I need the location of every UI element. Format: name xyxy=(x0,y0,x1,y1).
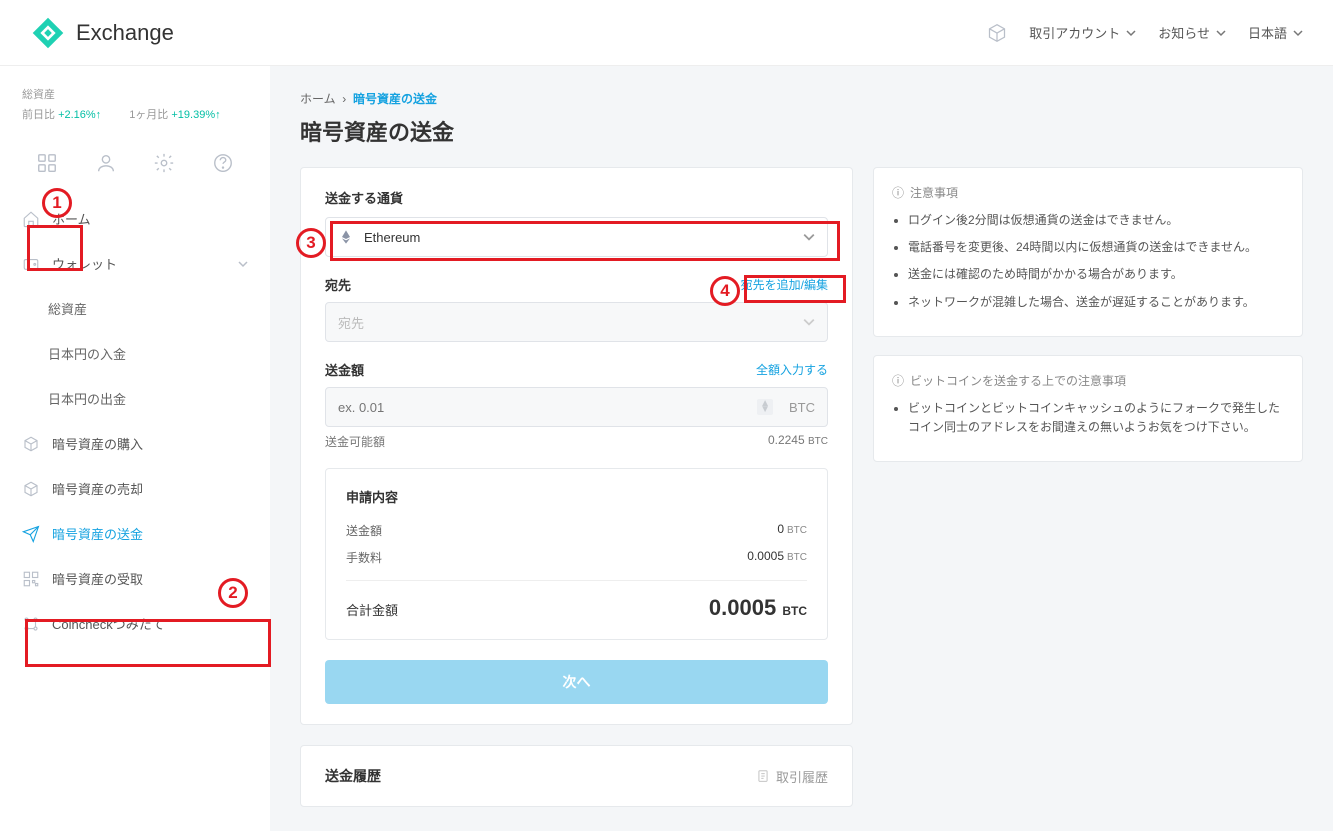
account-dropdown[interactable]: 取引アカウント xyxy=(1029,23,1136,42)
sidebar-item-jpy-withdraw[interactable]: 日本円の出金 xyxy=(0,376,270,421)
account-label: 取引アカウント xyxy=(1029,23,1120,42)
month-label: 1ヶ月比 xyxy=(129,109,168,121)
sidebar-item-buy-crypto[interactable]: 暗号資産の購入 xyxy=(0,421,270,466)
notice-card-2: ⓘ ビットコインを送金する上での注意事項 ビットコインとビットコインキャッシュのよ… xyxy=(873,355,1303,462)
summary-title: 申請内容 xyxy=(346,487,807,506)
content: ホーム › 暗号資産の送金 暗号資産の送金 送金する通貨 Ethereum xyxy=(270,66,1333,831)
notice-card-1: ⓘ 注意事項 ログイン後2分間は仮想通貨の送金はできません。 電話番号を変更後、2… xyxy=(873,167,1303,337)
history-title: 送金履歴 xyxy=(325,766,381,786)
notice1-list: ログイン後2分間は仮想通貨の送金はできません。 電話番号を変更後、24時間以内に… xyxy=(892,211,1284,312)
document-icon xyxy=(756,769,770,783)
sidebar-item-receive-crypto[interactable]: 暗号資産の受取 xyxy=(0,556,270,601)
summary-amount-label: 送金額 xyxy=(346,522,382,539)
gear-icon[interactable] xyxy=(153,152,175,174)
logo-text: Exchange xyxy=(76,20,174,46)
logo-icon xyxy=(30,15,66,51)
asset-summary: 総資産 前日比 +2.16%↑ 1ヶ月比 +19.39%↑ xyxy=(0,86,270,142)
cube-icon[interactable] xyxy=(987,23,1007,43)
chevron-down-icon xyxy=(1126,28,1136,38)
lang-dropdown[interactable]: 日本語 xyxy=(1248,23,1303,42)
breadcrumb-current: 暗号資産の送金 xyxy=(353,92,437,106)
header: Exchange 取引アカウント お知らせ 日本語 xyxy=(0,0,1333,66)
chevron-down-icon xyxy=(803,316,815,328)
notice2-list: ビットコインとビットコインキャッシュのようにフォークで発生したコイン同士のアドレ… xyxy=(892,399,1284,437)
notice1-item: ネットワークが混雑した場合、送金が遅延することがあります。 xyxy=(908,293,1284,312)
breadcrumb-home[interactable]: ホーム xyxy=(300,92,336,106)
notice1-item: ログイン後2分間は仮想通貨の送金はできません。 xyxy=(908,211,1284,230)
breadcrumb: ホーム › 暗号資産の送金 xyxy=(300,90,1303,107)
sidebar-home-label: ホーム xyxy=(52,209,91,228)
sidebar-item-sell-crypto[interactable]: 暗号資産の売却 xyxy=(0,466,270,511)
notice2-item: ビットコインとビットコインキャッシュのようにフォークで発生したコイン同士のアドレ… xyxy=(908,399,1284,437)
info-icon: ⓘ xyxy=(892,372,904,389)
summary-fee-value: 0.0005 xyxy=(747,549,784,563)
dest-placeholder: 宛先 xyxy=(338,313,364,332)
dest-label: 宛先 xyxy=(325,275,351,294)
sidebar-item-coincheck-reserve[interactable]: Coincheckつみたて xyxy=(0,601,270,646)
history-link[interactable]: 取引履歴 xyxy=(756,767,828,786)
sidebar: 総資産 前日比 +2.16%↑ 1ヶ月比 +19.39%↑ ホーム xyxy=(0,66,270,831)
summary-total-value: 0.0005 xyxy=(709,595,776,620)
logo[interactable]: Exchange xyxy=(30,15,174,51)
month-change: +19.39%↑ xyxy=(171,109,220,121)
sidebar-item-jpy-deposit[interactable]: 日本円の入金 xyxy=(0,331,270,376)
lang-label: 日本語 xyxy=(1248,23,1287,42)
currency-value: Ethereum xyxy=(364,230,420,245)
nav-tabs xyxy=(0,142,270,184)
amount-input[interactable] xyxy=(338,400,749,415)
cube-icon xyxy=(22,435,40,453)
currency-label: 送金する通貨 xyxy=(325,188,828,207)
notice1-item: 送金には確認のため時間がかかる場合があります。 xyxy=(908,265,1284,284)
day-change: +2.16%↑ xyxy=(58,109,101,121)
amount-input-wrap: ▲▼ BTC xyxy=(325,387,828,427)
chevron-down-icon xyxy=(238,259,248,269)
send-form-card: 送金する通貨 Ethereum 宛先 宛先を追加/編集 宛先 xyxy=(300,167,853,725)
available-label: 送金可能額 xyxy=(325,433,385,450)
summary-amount-value: 0 xyxy=(777,522,784,536)
available-value: 0.2245 xyxy=(768,433,805,447)
grid-icon[interactable] xyxy=(36,152,58,174)
news-label: お知らせ xyxy=(1158,23,1210,42)
summary-card: 申請内容 送金額 0BTC 手数料 0.0005BTC 合計金額 0.000 xyxy=(325,468,828,640)
send-icon xyxy=(22,525,40,543)
amount-all-link[interactable]: 全額入力する xyxy=(756,361,828,378)
wallet-icon xyxy=(22,255,40,273)
summary-fee-label: 手数料 xyxy=(346,549,382,566)
amount-unit: BTC xyxy=(789,400,815,415)
info-icon: ⓘ xyxy=(892,184,904,201)
help-icon[interactable] xyxy=(212,152,234,174)
chevron-down-icon xyxy=(1216,28,1226,38)
sidebar-item-wallet[interactable]: ウォレット xyxy=(0,241,270,286)
available-unit: BTC xyxy=(808,436,828,447)
next-button[interactable]: 次へ xyxy=(325,660,828,704)
chevron-down-icon xyxy=(1293,28,1303,38)
sidebar-item-total-asset[interactable]: 総資産 xyxy=(0,286,270,331)
home-icon xyxy=(22,210,40,228)
notice2-title: ビットコインを送金する上での注意事項 xyxy=(910,372,1126,389)
ethereum-icon xyxy=(338,229,354,245)
sidebar-item-home[interactable]: ホーム xyxy=(0,196,270,241)
sidebar-item-send-crypto[interactable]: 暗号資産の送金 xyxy=(0,511,270,556)
chevron-down-icon xyxy=(803,231,815,243)
amount-label: 送金額 xyxy=(325,360,364,379)
day-label: 前日比 xyxy=(22,109,55,121)
page-title: 暗号資産の送金 xyxy=(300,115,1303,147)
header-right: 取引アカウント お知らせ 日本語 xyxy=(987,23,1303,43)
asset-label: 総資産 xyxy=(22,86,248,102)
user-icon[interactable] xyxy=(95,152,117,174)
notice1-item: 電話番号を変更後、24時間以内に仮想通貨の送金はできません。 xyxy=(908,238,1284,257)
dest-add-link[interactable]: 宛先を追加/編集 xyxy=(741,276,828,293)
history-card: 送金履歴 取引履歴 xyxy=(300,745,853,807)
summary-total-label: 合計金額 xyxy=(346,600,398,619)
reserve-icon xyxy=(22,615,40,633)
news-dropdown[interactable]: お知らせ xyxy=(1158,23,1226,42)
dest-select[interactable]: 宛先 xyxy=(325,302,828,342)
sidebar-wallet-label: ウォレット xyxy=(52,254,117,273)
stepper-icon[interactable]: ▲▼ xyxy=(757,399,773,415)
currency-select[interactable]: Ethereum xyxy=(325,217,828,257)
qr-icon xyxy=(22,570,40,588)
notice1-title: 注意事項 xyxy=(910,184,958,201)
cube-icon xyxy=(22,480,40,498)
